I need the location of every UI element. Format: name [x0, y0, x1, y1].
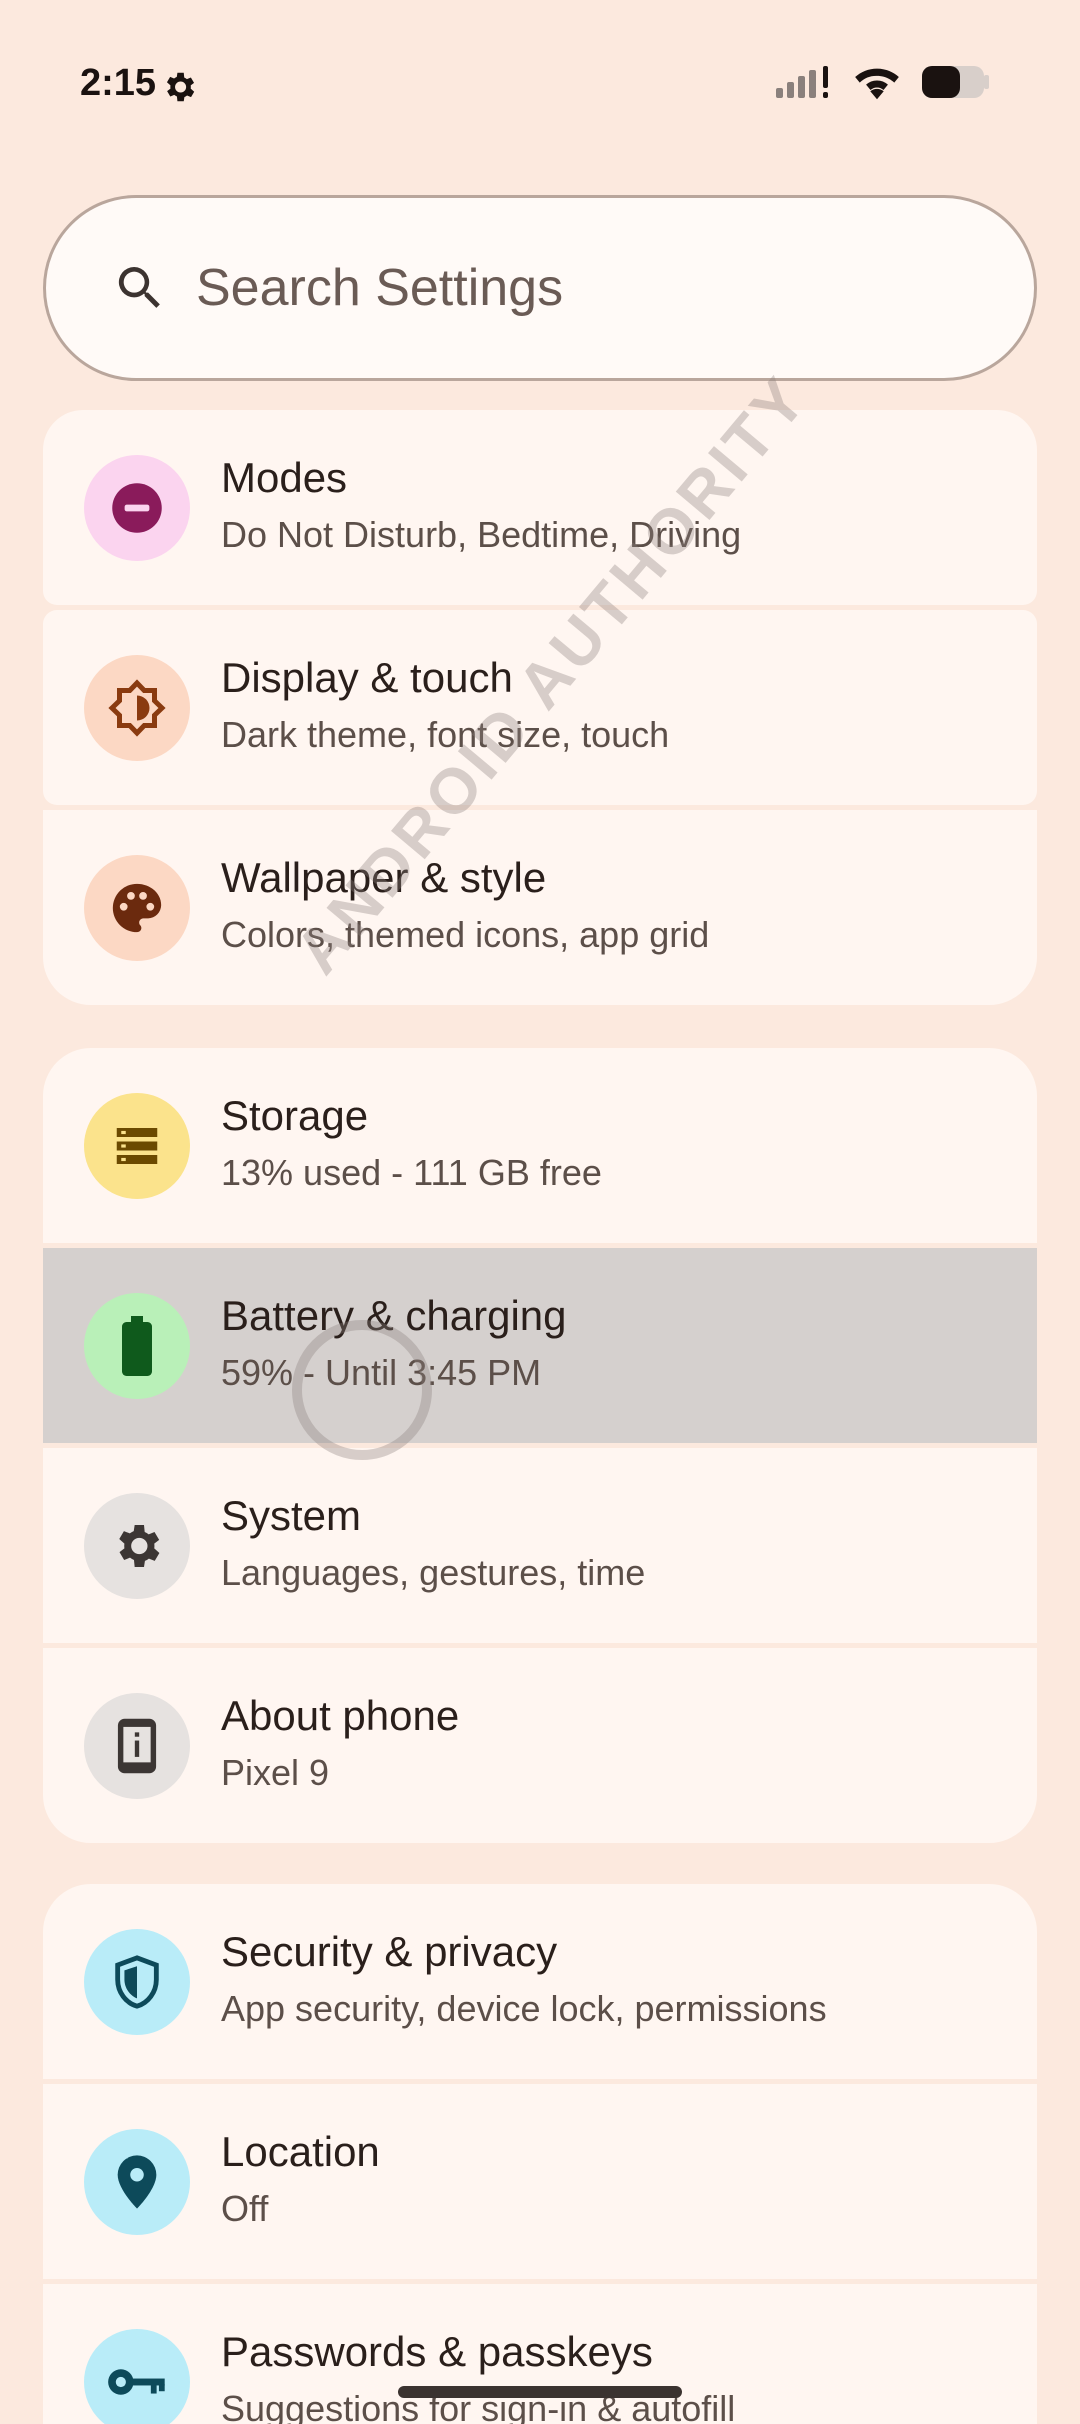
- status-time: 2:15: [80, 62, 157, 104]
- settings-group-1: Modes Do Not Disturb, Bedtime, Driving D…: [43, 410, 1037, 1005]
- storage-icon-bg: [84, 1093, 190, 1199]
- status-icons: [774, 64, 992, 100]
- settings-item-subtitle: Colors, themed icons, app grid: [221, 914, 710, 955]
- search-bar[interactable]: Search Settings: [43, 195, 1037, 381]
- minus-circle-icon: [112, 483, 162, 533]
- gear-icon: [119, 1525, 160, 1567]
- brightness-icon: [108, 679, 166, 737]
- wifi-icon: [855, 68, 899, 100]
- settings-item-storage[interactable]: Storage 13% used - 111 GB free: [43, 1048, 1037, 1243]
- system-icon-bg: [84, 1493, 190, 1599]
- settings-item-battery[interactable]: Battery & charging 59% - Until 3:45 PM: [43, 1248, 1037, 1443]
- settings-item-subtitle: 13% used - 111 GB free: [221, 1152, 602, 1193]
- search-icon: [118, 267, 160, 308]
- settings-group-2: Storage 13% used - 111 GB free Battery &…: [43, 1048, 1037, 1843]
- location-pin-icon: [117, 2155, 157, 2209]
- settings-item-title: Security & privacy: [221, 1928, 558, 1975]
- settings-item-subtitle: Off: [221, 2188, 269, 2229]
- storage-icon: [116, 1128, 158, 1164]
- modes-icon-bg: [84, 455, 190, 561]
- settings-item-title: Wallpaper & style: [221, 854, 547, 901]
- key-icon: [108, 2369, 165, 2395]
- palette-icon: [112, 883, 162, 933]
- settings-gear-icon: [166, 72, 195, 102]
- settings-item-title: Storage: [221, 1092, 369, 1139]
- settings-item-passwords[interactable]: Passwords & passkeys Suggestions for sig…: [43, 2284, 1037, 2424]
- settings-item-modes[interactable]: Modes Do Not Disturb, Bedtime, Driving: [43, 410, 1037, 605]
- search-placeholder: Search Settings: [196, 259, 564, 317]
- signal-icon: [776, 66, 828, 98]
- gesture-home-bar[interactable]: [398, 2386, 682, 2398]
- settings-item-title: About phone: [221, 1692, 460, 1739]
- about-phone-icon-bg: [84, 1693, 190, 1799]
- settings-item-subtitle: Languages, gestures, time: [221, 1552, 646, 1593]
- settings-item-security[interactable]: Security & privacy App security, device …: [43, 1884, 1037, 2079]
- settings-item-subtitle: Dark theme, font size, touch: [221, 714, 670, 755]
- wallpaper-icon-bg: [84, 855, 190, 961]
- battery-icon-bg: [84, 1293, 190, 1399]
- settings-item-subtitle: Pixel 9: [221, 1752, 330, 1793]
- status-bar: 2:15: [0, 0, 1080, 180]
- settings-item-system[interactable]: System Languages, gestures, time: [43, 1448, 1037, 1643]
- settings-item-subtitle: Do Not Disturb, Bedtime, Driving: [221, 514, 742, 555]
- settings-group-3: Security & privacy App security, device …: [43, 1884, 1037, 2424]
- security-icon-bg: [84, 1929, 190, 2035]
- settings-item-location[interactable]: Location Off: [43, 2084, 1037, 2279]
- passwords-icon-bg: [84, 2329, 190, 2424]
- settings-item-title: Location: [221, 2128, 380, 2175]
- settings-item-subtitle: 59% - Until 3:45 PM: [221, 1352, 542, 1393]
- settings-item-wallpaper[interactable]: Wallpaper & style Colors, themed icons, …: [43, 810, 1037, 1005]
- battery-icon: [122, 1316, 152, 1376]
- settings-item-title: Modes: [221, 454, 348, 501]
- location-icon-bg: [84, 2129, 190, 2235]
- shield-icon: [115, 1955, 159, 2009]
- settings-item-title: Passwords & passkeys: [221, 2328, 653, 2375]
- display-icon-bg: [84, 655, 190, 761]
- settings-item-subtitle: App security, device lock, permissions: [221, 1988, 827, 2029]
- phone-info-icon: [117, 1718, 157, 1774]
- settings-item-title: System: [221, 1492, 362, 1539]
- settings-item-title: Display & touch: [221, 654, 513, 701]
- settings-item-about-phone[interactable]: About phone Pixel 9: [43, 1648, 1037, 1843]
- settings-item-display[interactable]: Display & touch Dark theme, font size, t…: [43, 610, 1037, 805]
- battery-status-icon: [922, 66, 989, 98]
- settings-item-title: Battery & charging: [221, 1292, 567, 1339]
